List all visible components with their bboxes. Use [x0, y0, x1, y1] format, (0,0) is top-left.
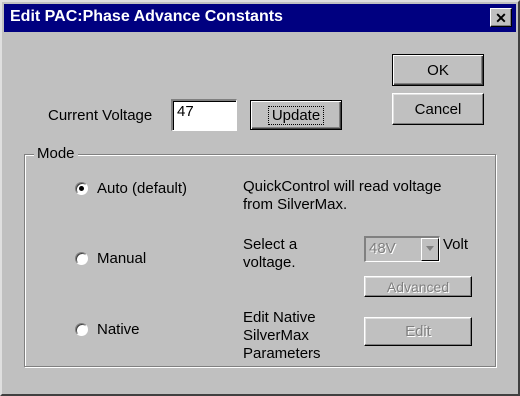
- native-description: Edit Native SilverMax Parameters: [243, 309, 321, 363]
- radio-manual[interactable]: [75, 252, 88, 265]
- cancel-button[interactable]: Cancel: [392, 93, 484, 125]
- radio-native-label[interactable]: Native: [97, 321, 140, 338]
- auto-description: QuickControl will read voltage from Silv…: [243, 178, 441, 214]
- mode-group-label: Mode: [34, 145, 78, 162]
- update-button[interactable]: Update: [250, 100, 342, 130]
- radio-auto-label[interactable]: Auto (default): [97, 180, 187, 197]
- current-voltage-input[interactable]: 47: [171, 99, 237, 131]
- ok-button-label: OK: [427, 61, 449, 79]
- manual-description: Select a voltage.: [243, 236, 297, 272]
- radio-auto[interactable]: [75, 182, 88, 195]
- auto-description-line-1: QuickControl will read voltage: [243, 178, 442, 195]
- advanced-button-label: Advanced: [386, 278, 450, 295]
- native-description-line-3: Parameters: [243, 345, 321, 362]
- edit-button[interactable]: Edit: [364, 317, 472, 346]
- title-bar[interactable]: Edit PAC:Phase Advance Constants ✕: [4, 4, 516, 32]
- advanced-button[interactable]: Advanced: [364, 276, 472, 297]
- voltage-select[interactable]: 48V: [364, 236, 440, 262]
- ok-button[interactable]: OK: [392, 54, 484, 86]
- close-button[interactable]: ✕: [490, 8, 512, 27]
- auto-description-line-2: from SilverMax.: [243, 196, 348, 213]
- manual-description-line-2: voltage.: [243, 254, 296, 271]
- radio-manual-label[interactable]: Manual: [97, 250, 146, 267]
- close-icon: ✕: [495, 9, 507, 26]
- cancel-button-label: Cancel: [414, 100, 462, 118]
- manual-description-line-1: Select a: [243, 236, 298, 253]
- update-button-label: Update: [267, 105, 325, 125]
- current-voltage-label: Current Voltage: [48, 107, 153, 124]
- volt-unit-label: Volt: [443, 236, 469, 253]
- radio-native[interactable]: [75, 323, 88, 336]
- native-description-line-1: Edit Native: [243, 309, 316, 326]
- native-description-line-2: SilverMax: [243, 327, 309, 344]
- chevron-down-icon[interactable]: [421, 238, 439, 261]
- voltage-select-value: 48V: [369, 240, 396, 257]
- window-title: Edit PAC:Phase Advance Constants: [10, 8, 283, 25]
- edit-button-label: Edit: [405, 323, 431, 340]
